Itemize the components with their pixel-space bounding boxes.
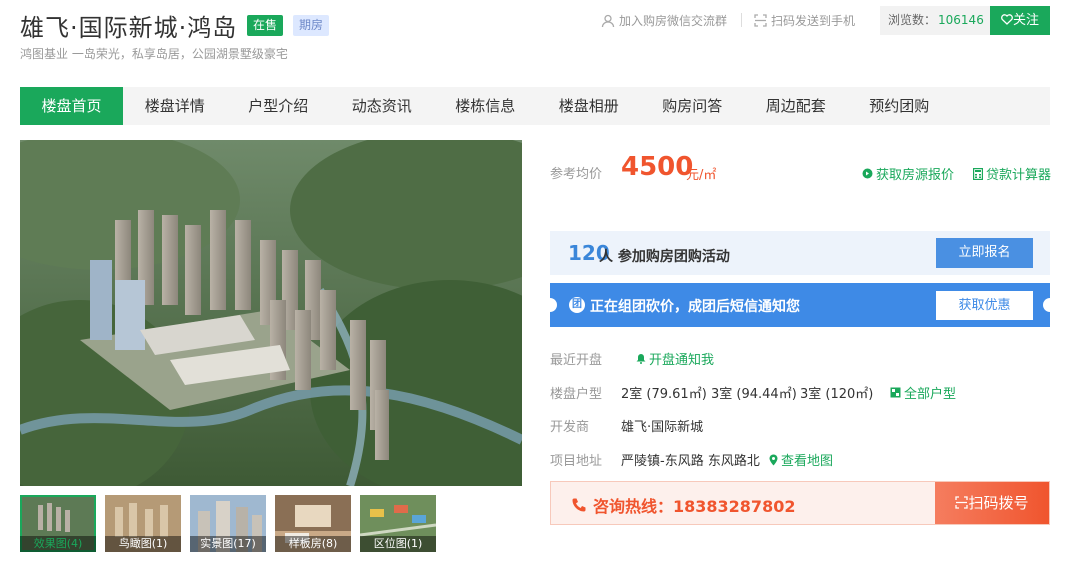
thumb-aerial[interactable]: 鸟瞰图(1): [105, 495, 181, 552]
tab-album[interactable]: 楼盘相册: [537, 87, 641, 125]
view-count-label: 浏览数：: [888, 13, 937, 27]
developer-label: 开发商: [550, 420, 590, 435]
view-count: 浏览数： 106146: [880, 6, 990, 35]
page-title: 雄飞·国际新城·鸿岛: [20, 14, 238, 42]
divider: [741, 13, 742, 27]
scan-to-call-label: 扫码拨号: [968, 494, 1029, 512]
bell-icon: [636, 354, 646, 364]
main-nav: 楼盘首页 楼盘详情 户型介绍 动态资讯 楼栋信息 楼盘相册 购房问答 周边配套 …: [20, 87, 1050, 125]
price-unit: 元/㎡: [686, 168, 717, 183]
price-value: 4500: [621, 152, 694, 182]
scan-to-call-button[interactable]: 扫码拨号: [935, 482, 1049, 524]
notify-opening-label: 开盘通知我: [649, 353, 715, 368]
tab-news[interactable]: 动态资讯: [330, 87, 434, 125]
get-quote-label: 获取房源报价: [876, 168, 955, 183]
quote-icon: [862, 168, 873, 179]
group-buy-text: 人 参加购房团购活动: [599, 249, 730, 265]
phone-icon: [572, 498, 586, 512]
type-badge: 期房: [293, 15, 330, 36]
opening-label: 最近开盘: [550, 353, 603, 368]
aerial-rendering-image: [20, 140, 522, 486]
join-wechat-group-link[interactable]: 加入购房微信交流群: [601, 12, 727, 29]
thumb-real-photos[interactable]: 实景图(17): [190, 495, 266, 552]
group-icon: 团: [569, 297, 585, 313]
hotline[interactable]: 咨询热线：18383287802: [571, 493, 795, 517]
calculator-icon: [973, 167, 983, 180]
heart-icon: [1001, 14, 1013, 25]
tab-floor-plans[interactable]: 户型介绍: [227, 87, 331, 125]
all-layouts-label: 全部户型: [904, 387, 957, 402]
address-label: 项目地址: [550, 454, 603, 469]
thumb-caption: 鸟瞰图(1): [105, 536, 181, 552]
loan-calculator-label: 贷款计算器: [986, 168, 1052, 183]
banner-notch: [543, 298, 557, 312]
thumb-location-map[interactable]: 区位图(1): [360, 495, 436, 552]
view-map-label: 查看地图: [781, 454, 834, 469]
tab-surroundings[interactable]: 周边配套: [744, 87, 848, 125]
view-count-value: 106146: [938, 13, 984, 27]
main-photo[interactable]: [20, 140, 522, 486]
tab-home[interactable]: 楼盘首页: [20, 87, 123, 125]
tab-qa[interactable]: 购房问答: [641, 87, 745, 125]
tab-group-booking[interactable]: 预约团购: [848, 87, 952, 125]
get-quote-link[interactable]: 获取房源报价: [862, 164, 954, 183]
layout-option[interactable]: 2室 (79.61㎡): [621, 383, 707, 402]
follow-label: 关注: [1012, 13, 1039, 28]
address-value: 严陵镇-东风路 东风路北: [621, 454, 760, 469]
map-pin-icon: [769, 454, 778, 465]
get-discount-button[interactable]: 获取优惠: [936, 291, 1033, 320]
notify-opening-link[interactable]: 开盘通知我: [636, 349, 714, 368]
view-map-link[interactable]: 查看地图: [769, 450, 833, 469]
layout-option[interactable]: 3室 (120㎡): [800, 383, 873, 402]
thumb-caption: 样板房(8): [275, 536, 351, 552]
scan-send-to-phone-link[interactable]: 扫码发送到手机: [754, 12, 855, 29]
scan-icon: [955, 496, 969, 509]
thumb-show-flat[interactable]: 样板房(8): [275, 495, 351, 552]
layout-option[interactable]: 3室 (94.44㎡): [711, 383, 797, 402]
scan-icon: [754, 14, 767, 27]
developer-value: 雄飞·国际新城: [621, 420, 704, 435]
follow-button[interactable]: 关注: [990, 6, 1050, 35]
layout-label: 楼盘户型: [550, 387, 603, 402]
layout-icon: [890, 387, 901, 398]
scan-send-to-phone-label: 扫码发送到手机: [771, 14, 856, 28]
all-layouts-link[interactable]: 全部户型: [890, 383, 956, 402]
thumb-caption: 效果图(4): [20, 536, 96, 552]
thumb-caption: 实景图(17): [190, 536, 266, 552]
tab-buildings[interactable]: 楼栋信息: [434, 87, 538, 125]
page-subtitle: 鸿图基业 一岛荣光，私享岛居，公园湖景墅级豪宅: [20, 47, 288, 61]
tab-details[interactable]: 楼盘详情: [123, 87, 227, 125]
user-icon: [601, 14, 615, 27]
banner-notch: [1043, 298, 1057, 312]
price-label: 参考均价: [550, 167, 603, 182]
signup-button[interactable]: 立即报名: [936, 238, 1033, 268]
hotline-number: 咨询热线：18383287802: [593, 497, 796, 516]
thumb-caption: 区位图(1): [360, 536, 436, 552]
thumb-renderings[interactable]: 效果图(4): [20, 495, 96, 552]
group-discount-text: 正在组团砍价，成团后短信通知您: [590, 299, 800, 315]
join-wechat-group-label: 加入购房微信交流群: [619, 14, 728, 28]
status-badge: 在售: [247, 15, 284, 36]
loan-calculator-link[interactable]: 贷款计算器: [973, 164, 1051, 183]
